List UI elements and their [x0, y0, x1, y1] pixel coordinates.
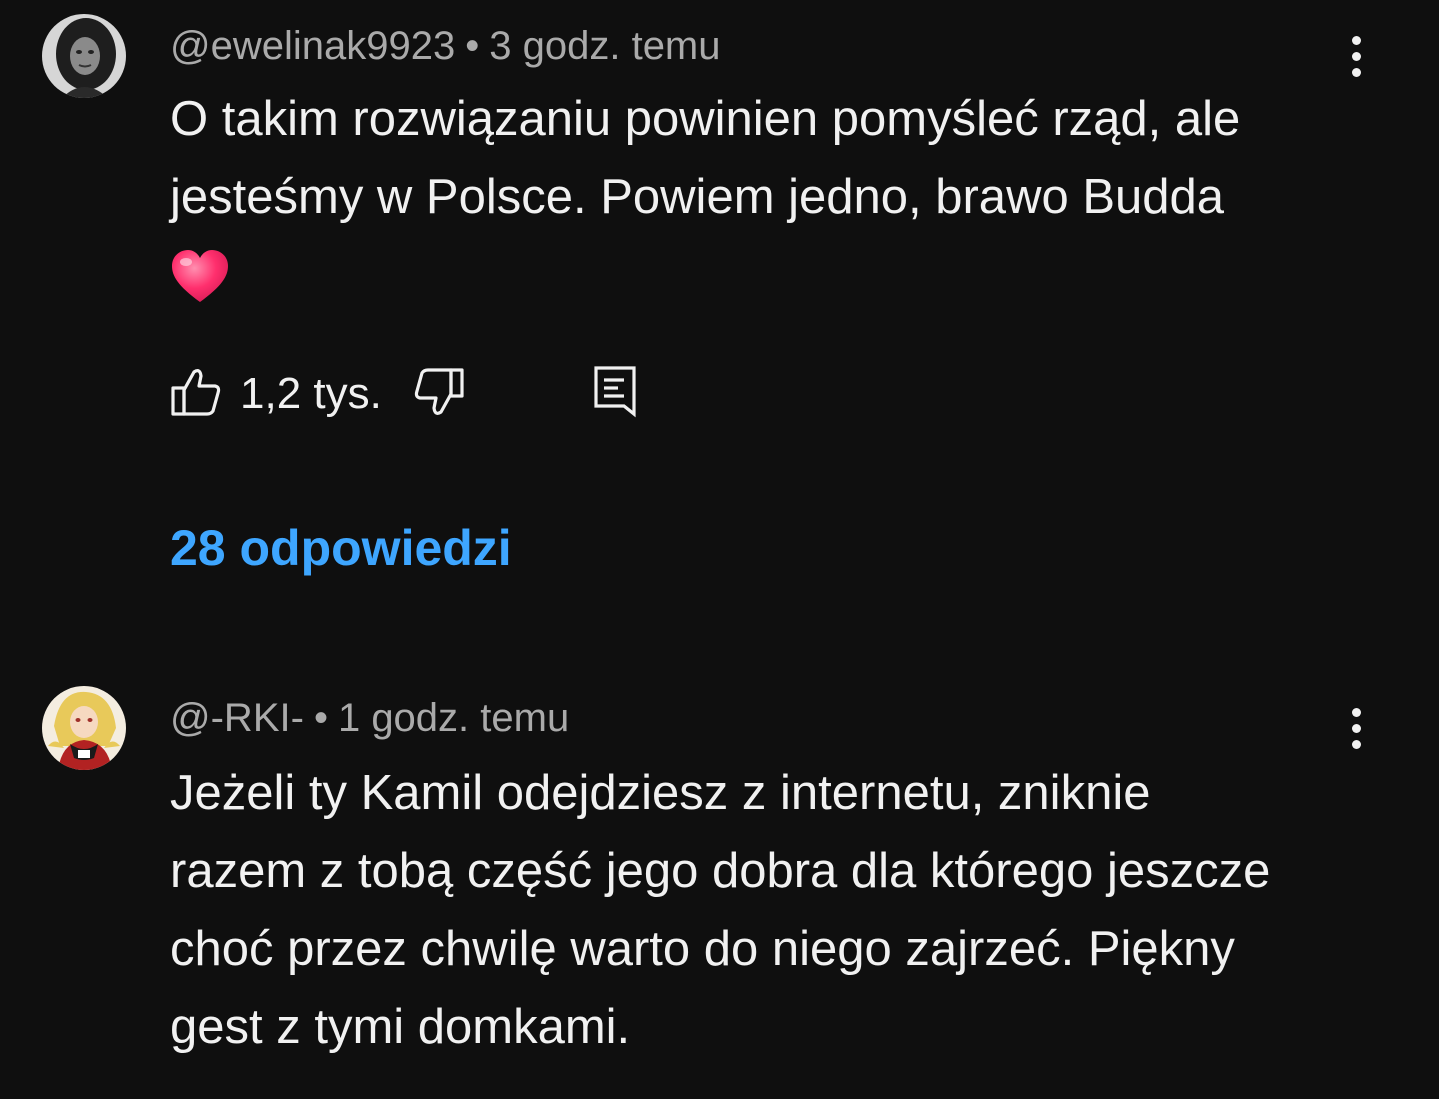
- meta-separator: •: [313, 696, 328, 740]
- meta-separator: •: [465, 24, 480, 68]
- thumbs-down-icon[interactable]: [412, 364, 466, 420]
- comment-author[interactable]: @-RKI-: [170, 696, 304, 740]
- avatar[interactable]: [42, 686, 126, 770]
- more-vert-icon[interactable]: [1336, 26, 1376, 86]
- like-count: 1,2 tys.: [240, 369, 382, 418]
- comment-text-block: O takim rozwiązaniu powinien pomyśleć rz…: [170, 80, 1370, 314]
- heart-emoji: [170, 248, 230, 308]
- comment-text: O takim rozwiązaniu powinien pomyśleć rz…: [170, 92, 1241, 224]
- comment-author[interactable]: @ewelinak9923: [170, 24, 455, 68]
- comment-text-block: Jeżeli ty Kamil odejdziesz z internetu, …: [170, 754, 1280, 1066]
- comment-meta: @-RKI- • 1 godz. temu: [170, 694, 569, 742]
- comment-time: 3 godz. temu: [489, 24, 721, 68]
- comment-meta: @ewelinak9923 • 3 godz. temu: [170, 22, 721, 70]
- thumbs-up-icon[interactable]: [170, 364, 222, 420]
- more-vert-icon[interactable]: [1336, 698, 1376, 758]
- comment-text: Jeżeli ty Kamil odejdziesz z internetu, …: [170, 766, 1271, 1054]
- comment-reply-icon[interactable]: [590, 364, 640, 420]
- view-replies-link[interactable]: 28 odpowiedzi: [170, 518, 512, 578]
- comment-time: 1 godz. temu: [337, 696, 570, 740]
- avatar[interactable]: [42, 14, 126, 98]
- comment-actions: 1,2 tys.: [170, 364, 670, 424]
